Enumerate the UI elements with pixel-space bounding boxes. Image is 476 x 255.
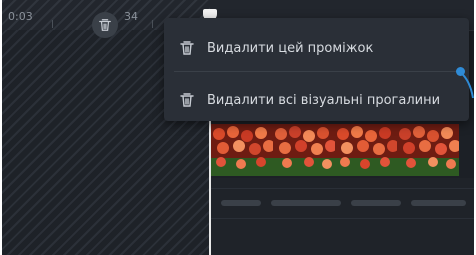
gap-duration-label: 34 [124,10,138,23]
audio-track[interactable] [211,178,474,255]
audio-waveform [221,200,261,206]
menu-divider [174,71,459,72]
audio-waveform [351,200,401,206]
delete-gap-button[interactable] [92,12,118,38]
trash-icon [180,93,194,107]
delete-this-gap-item[interactable]: Видалити цей проміжок [164,26,469,70]
delete-all-gaps-item[interactable]: Видалити всі візуальні прогалини [164,78,469,122]
menu-item-label: Видалити всі візуальні прогалини [207,92,441,108]
trash-icon [99,19,111,31]
audio-waveform [271,200,341,206]
clip-thumbnail [211,124,273,176]
video-editor-timeline: 0:03 34 Видалити цей проміжок Видалити в… [2,0,474,255]
gap-context-menu: Видалити цей проміжок Видалити всі візуа… [164,18,469,121]
audio-track-divider [211,218,474,219]
clip-thumbnail [335,124,397,176]
ruler-tick [52,20,53,28]
menu-item-label: Видалити цей проміжок [207,40,374,56]
connector-line [460,71,474,99]
ruler-tick [152,20,153,28]
trash-icon [180,41,194,55]
video-clip[interactable] [211,124,459,176]
audio-track-divider [211,188,474,189]
clip-thumbnail [397,124,459,176]
clip-thumbnail [273,124,335,176]
ruler-time-label: 0:03 [8,10,33,23]
audio-waveform [411,200,466,206]
